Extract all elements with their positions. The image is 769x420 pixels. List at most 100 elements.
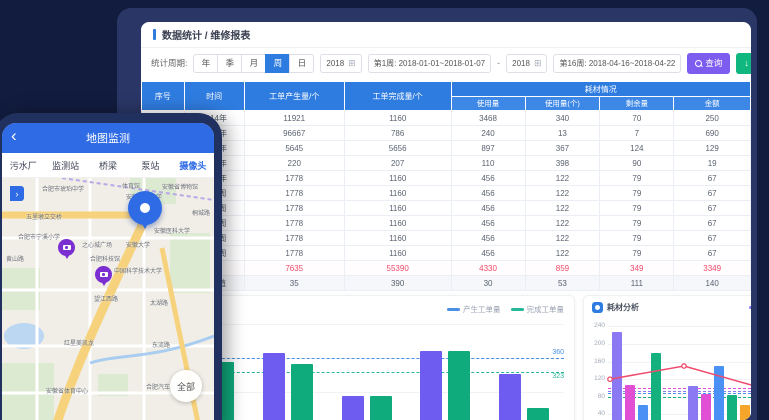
table-row: 32016年56455656897367124129 [142,141,751,156]
consumable-chart-title: 耗材分析 [607,302,639,313]
reference-line-label: 360 [552,349,564,356]
bar-完成工单量-第14周 [370,396,392,420]
query-button[interactable]: 查询 [687,53,730,74]
workorder-chart-legend: 产生工单量 完成工单量 [447,304,564,315]
table-cell: 1778 [244,216,344,231]
period-label: 统计周期: [151,57,187,69]
period-option-月[interactable]: 月 [241,54,266,73]
table-cell: 456 [451,231,525,246]
map-label: 桐城路 [192,208,210,217]
selected-camera-pin[interactable] [128,191,162,225]
phone-screen: ‹ 地图监测 污水厂监测站桥梁泵站摄像头 [2,123,214,420]
legend-item[interactable]: 产生工单量 [447,304,501,315]
phone-tab-泵站[interactable]: 泵站 [129,159,171,172]
table-cell: 11921 [244,111,344,126]
table-cell: 1778 [244,186,344,201]
total-cell: 4330 [451,261,525,276]
sub-column-header: 剩余量 [600,97,674,111]
consumable-chart-header: 耗材分析 [584,296,751,313]
column-header: 工单完成量/个 [344,82,451,111]
average-row: 平均值353903053111140 [142,276,751,291]
total-cell: 859 [525,261,600,276]
table-row: 10第16周177811604561227967 [142,246,751,261]
period-option-周[interactable]: 周 [265,54,290,73]
phone-tab-桥梁[interactable]: 桥梁 [87,159,129,172]
period-option-季[interactable]: 季 [217,54,242,73]
camera-pin[interactable] [58,239,75,256]
period-segment: 年季月周日 [193,54,314,73]
period-option-年[interactable]: 年 [193,54,218,73]
reference-line-label: 323 [552,373,564,380]
breadcrumb-text: 数据统计 / 维修报表 [162,27,250,42]
map-canvas[interactable]: 合肥市琥珀中学体育馆安徽农业大学安徽省博物馆五里墩立交桥桐城路合肥市宁溪小学之心… [2,178,214,420]
map-label: 安徽省体育中心 [46,386,88,395]
year-end-select[interactable]: 2018 ⊞ [506,54,547,73]
bar-产生工单量-第13周 [263,353,285,420]
range-start-value: 第1周: 2018-01-01~2018-01-07 [374,58,485,69]
export-excel-button[interactable]: ↓ 导出Excel [736,53,751,74]
bar-产生工单量-第15周 [420,351,442,420]
group-header: 耗材情况 [451,82,750,97]
range-separator: - [497,58,500,68]
table-cell: 79 [600,201,674,216]
map-label: 东流路 [152,340,170,349]
legend-dash [447,308,460,311]
legend-dash [511,308,524,311]
phone-tab-监测站[interactable]: 监测站 [44,159,86,172]
camera-pin[interactable] [95,266,112,283]
legend-item[interactable]: 完成工单量 [511,304,565,315]
average-cell: 53 [525,276,600,291]
total-row: 合计76355539043308593493349 [142,261,751,276]
table-cell: 122 [525,171,600,186]
table-cell: 110 [451,156,525,171]
range-start-input[interactable]: 第1周: 2018-01-01~2018-01-07 [368,54,491,73]
table-cell: 1778 [244,231,344,246]
filter-toolbar: 统计周期: 年季月周日 2018 ⊞ 第1周: 2018-01-01~2018-… [141,48,751,78]
table-cell: 456 [451,186,525,201]
query-button-label: 查询 [705,57,722,69]
bar-产生工单量-第16周 [499,374,521,420]
map-label: 合肥科技馆 [90,254,120,263]
table-cell: 1160 [344,201,451,216]
total-cell: 349 [600,261,674,276]
map-expand-button[interactable]: › [10,186,24,201]
table-cell: 1778 [244,201,344,216]
report-table: 序号时间工单产生量/个工单完成量/个耗材情况使用量使用量(个)剩余量金额1201… [141,81,751,291]
period-option-日[interactable]: 日 [289,54,314,73]
range-end-input[interactable]: 第16周: 2018-04-16~2018-04-22 [553,54,681,73]
back-chevron-icon[interactable]: ‹ [11,126,17,146]
y-axis-tick: 120 [587,375,605,382]
table-cell: 1160 [344,216,451,231]
y-axis-tick: 240 [587,322,605,329]
table-cell: 5645 [244,141,344,156]
map-all-button[interactable]: 全部 [170,370,202,402]
bar-完成工单量-第13周 [291,364,313,420]
year-start-select[interactable]: 2018 ⊞ [320,54,361,73]
calendar-icon: ⊞ [348,58,356,69]
map-label: 中国科学技术大学 [114,266,162,275]
table-cell: 5656 [344,141,451,156]
camera-icon [100,272,108,278]
table-cell: 67 [674,201,751,216]
table-cell: 96667 [244,126,344,141]
table-cell: 122 [525,216,600,231]
map-label: 之心城广场 [82,240,112,249]
map-label: 五里墩立交桥 [26,212,62,221]
charts-section: 产生工单量完成工单量 360323 耗材分析 2402001601208040 [141,295,751,420]
phone-tab-污水厂[interactable]: 污水厂 [2,159,44,172]
table-cell: 786 [344,126,451,141]
table-row: 22015年96667786240137690 [142,126,751,141]
legend-label: 完成工单量 [527,304,565,315]
y-axis-tick: 160 [587,358,605,365]
table-cell: 1160 [344,171,451,186]
table-cell: 456 [451,246,525,261]
phone-device: ‹ 地图监测 污水厂监测站桥梁泵站摄像头 [0,113,222,420]
trend-line [608,322,751,420]
calendar-icon: ⊞ [534,58,542,69]
table-cell: 456 [451,216,525,231]
map-label: 太湖路 [150,298,168,307]
consumable-chart-card: 耗材分析 2402001601208040 [583,295,751,420]
phone-tab-摄像头[interactable]: 摄像头 [172,159,214,172]
table-cell: 122 [525,186,600,201]
table-cell: 122 [525,231,600,246]
